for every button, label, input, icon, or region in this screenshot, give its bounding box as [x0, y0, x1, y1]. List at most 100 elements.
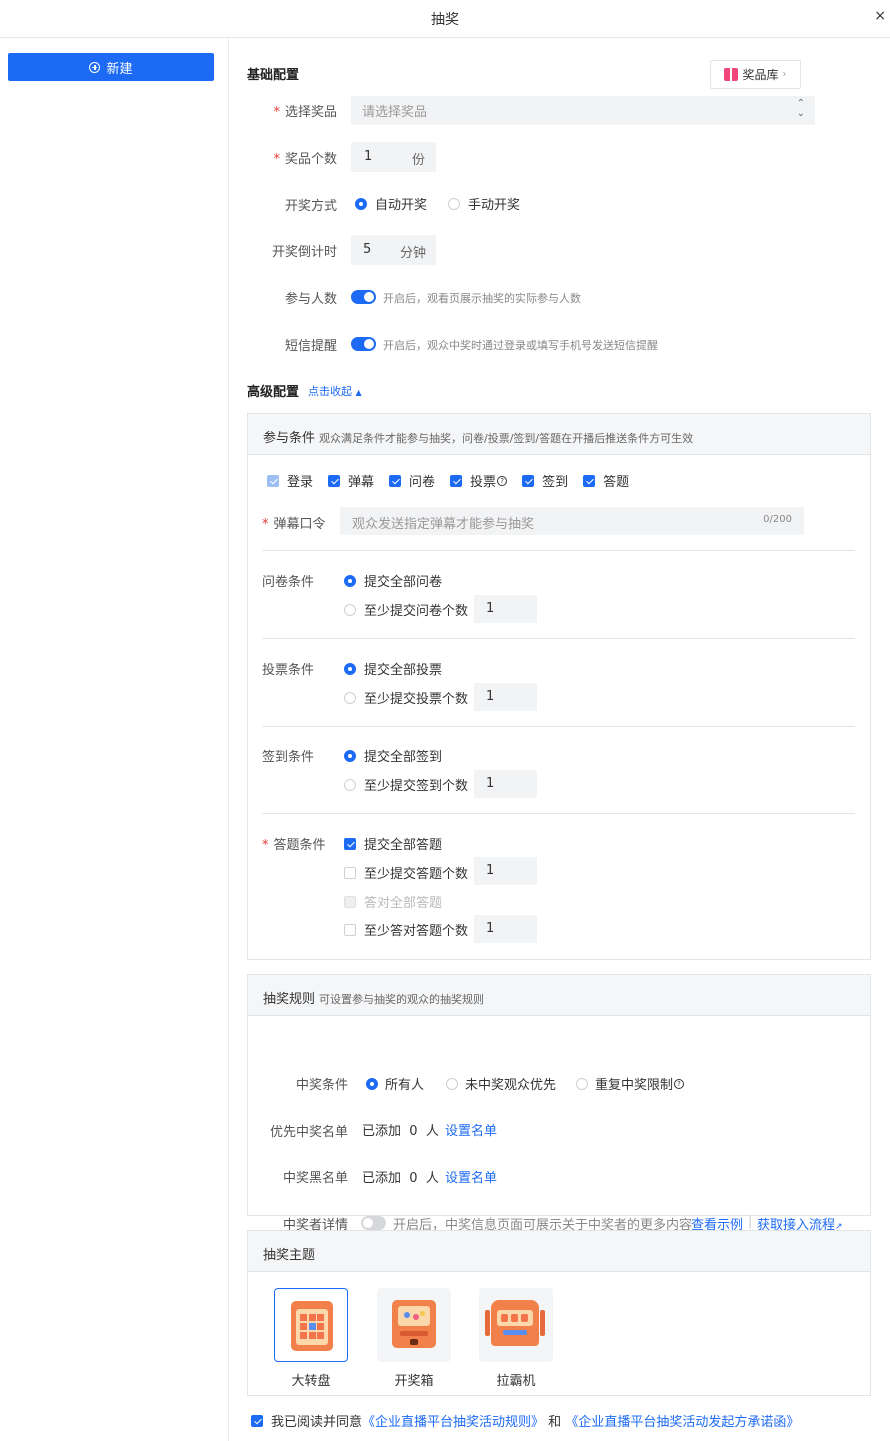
quiz-correct-min-option[interactable]: 至少答对答题个数: [344, 920, 468, 939]
agreement-and: 和: [548, 1415, 562, 1430]
panel-header: 参与条件 观众满足条件才能参与抽奖，问卷/投票/签到/答题在开播后推送条件方可生效: [248, 414, 870, 455]
draw-mode-manual[interactable]: 手动开奖: [448, 194, 520, 213]
agreement-text: 我已阅读并同意: [271, 1415, 363, 1430]
prize-select-label: * 选择奖品: [273, 105, 337, 120]
danmu-label: * 弹幕口令: [262, 517, 326, 532]
theme-slot-label: 拉霸机: [496, 1374, 536, 1389]
prize-select[interactable]: 请选择奖品 ⌃ ⌄: [351, 96, 815, 125]
radio-unchecked-icon: [344, 691, 356, 704]
signin-condition-label: 签到条件: [262, 750, 315, 765]
divider: [262, 726, 855, 727]
priority-list-link[interactable]: 设置名单: [445, 1120, 497, 1139]
quiz-condition-label: * 答题条件: [262, 838, 326, 853]
danmu-input[interactable]: 观众发送指定弹幕才能参与抽奖 0/200: [340, 507, 804, 535]
danmu-counter: 0/200: [763, 514, 792, 525]
close-icon[interactable]: ×: [874, 8, 886, 24]
radio-unchecked-icon: [344, 603, 356, 616]
gift-icon: [724, 68, 739, 81]
toggle-on-icon: [351, 289, 376, 304]
check-quiz[interactable]: 答题: [583, 471, 629, 490]
survey-min-option[interactable]: 至少提交问卷个数: [344, 600, 468, 619]
win-new-option[interactable]: 未中奖观众优先: [446, 1074, 556, 1093]
win-repeat-option[interactable]: 重复中奖限制?: [576, 1074, 685, 1093]
draw-mode-auto[interactable]: 自动开奖: [355, 194, 427, 213]
select-arrows-icon: ⌃ ⌄: [796, 98, 805, 119]
divider: [262, 550, 855, 551]
vote-min-input[interactable]: 1: [474, 683, 537, 711]
checkbox-disabled-icon: [344, 895, 356, 908]
draw-mode-auto-label: 自动开奖: [375, 198, 428, 213]
sms-toggle[interactable]: [351, 336, 376, 351]
prize-count-label: * 奖品个数: [273, 152, 337, 167]
chevron-right-icon: ›: [782, 69, 787, 80]
panel-title: 抽奖主题: [263, 1248, 316, 1263]
main-panel: 基础配置 奖品库 › * 选择奖品 请选择奖品 ⌃ ⌄ * 奖品个数 1 份 开奖方式…: [230, 38, 890, 1441]
theme-box[interactable]: [377, 1288, 451, 1362]
checkbox-unchecked-icon: [344, 866, 356, 879]
participants-toggle[interactable]: [351, 289, 376, 304]
new-button[interactable]: 新建: [8, 53, 214, 81]
checkbox-checked-icon: [389, 474, 402, 487]
signin-min-option[interactable]: 至少提交签到个数: [344, 775, 468, 794]
check-danmu[interactable]: 弹幕: [328, 471, 374, 490]
wheel-icon: [291, 1301, 333, 1351]
checkbox-disabled-checked-icon: [267, 474, 279, 487]
vote-all-option[interactable]: 提交全部投票: [344, 659, 442, 678]
rules-link[interactable]: 《企业直播平台抽奖活动规则》: [362, 1415, 544, 1430]
countdown-input[interactable]: 5 分钟: [351, 235, 436, 265]
blacklist-status: 已添加 0 人: [362, 1171, 439, 1186]
quiz-correct-min-input[interactable]: 1: [474, 915, 537, 943]
participants-hint: 开启后，观看页展示抽奖的实际参与人数: [383, 292, 581, 305]
survey-all-option[interactable]: 提交全部问卷: [344, 571, 442, 590]
draw-mode-label: 开奖方式: [284, 199, 337, 214]
checkbox-checked-icon: [450, 474, 463, 487]
check-survey[interactable]: 问卷: [389, 471, 435, 490]
survey-condition-label: 问卷条件: [262, 575, 315, 590]
commitment-link[interactable]: 《企业直播平台抽奖活动发起方承诺函》: [565, 1415, 799, 1430]
quiz-all-option[interactable]: 提交全部答题: [344, 834, 442, 853]
dialog-header: 抽奖 ×: [0, 0, 890, 38]
dialog-title: 抽奖: [431, 12, 459, 28]
lottery-theme-panel: 抽奖主题 大转盘 开奖箱 拉霸机: [247, 1230, 871, 1396]
basic-config-title: 基础配置: [247, 68, 300, 83]
survey-min-input[interactable]: 1: [474, 595, 537, 623]
quiz-min-input[interactable]: 1: [474, 857, 537, 885]
prize-count-input[interactable]: 1 份: [351, 142, 436, 172]
prize-library-button[interactable]: 奖品库 ›: [710, 60, 801, 89]
check-login[interactable]: 登录: [267, 471, 313, 490]
sms-label: 短信提醒: [284, 339, 337, 354]
win-all-option[interactable]: 所有人: [366, 1074, 424, 1093]
radio-unchecked-icon: [448, 197, 460, 210]
advanced-config-title: 高级配置: [247, 385, 300, 400]
checkbox-checked-icon: [344, 837, 356, 850]
check-signin[interactable]: 签到: [522, 471, 568, 490]
vote-condition-label: 投票条件: [262, 663, 315, 678]
priority-list-status: 已添加 0 人: [362, 1124, 439, 1139]
participation-conditions-panel: 参与条件 观众满足条件才能参与抽奖，问卷/投票/签到/答题在开播后推送条件方可生效…: [247, 413, 871, 960]
draw-mode-manual-label: 手动开奖: [468, 198, 521, 213]
separator: |: [748, 1214, 753, 1229]
checkbox-checked-icon: [583, 474, 596, 487]
agreement-checkbox[interactable]: [251, 1414, 263, 1427]
check-vote[interactable]: 投票?: [450, 471, 508, 490]
signin-min-input[interactable]: 1: [474, 770, 537, 798]
sidebar: 新建: [0, 38, 229, 1441]
signin-all-option[interactable]: 提交全部签到: [344, 746, 442, 765]
radio-unchecked-icon: [344, 778, 356, 791]
quiz-min-option[interactable]: 至少提交答题个数: [344, 863, 468, 882]
sms-hint: 开启后，观众中奖时通过登录或填写手机号发送短信提醒: [383, 339, 658, 352]
blacklist-link[interactable]: 设置名单: [445, 1167, 497, 1186]
winner-detail-toggle[interactable]: [361, 1215, 386, 1230]
vote-min-option[interactable]: 至少提交投票个数: [344, 688, 468, 707]
theme-slot[interactable]: [479, 1288, 553, 1362]
help-icon[interactable]: ?: [497, 475, 508, 486]
theme-box-label: 开奖箱: [394, 1374, 434, 1389]
divider: [262, 638, 855, 639]
checkbox-unchecked-icon: [344, 923, 356, 936]
prize-select-placeholder: 请选择奖品: [362, 105, 428, 120]
help-icon[interactable]: ?: [674, 1078, 685, 1089]
theme-wheel-label: 大转盘: [291, 1374, 331, 1389]
theme-wheel[interactable]: [274, 1288, 348, 1362]
collapse-link[interactable]: 点击收起 ▲: [308, 383, 362, 399]
countdown-value: 5: [363, 242, 372, 257]
